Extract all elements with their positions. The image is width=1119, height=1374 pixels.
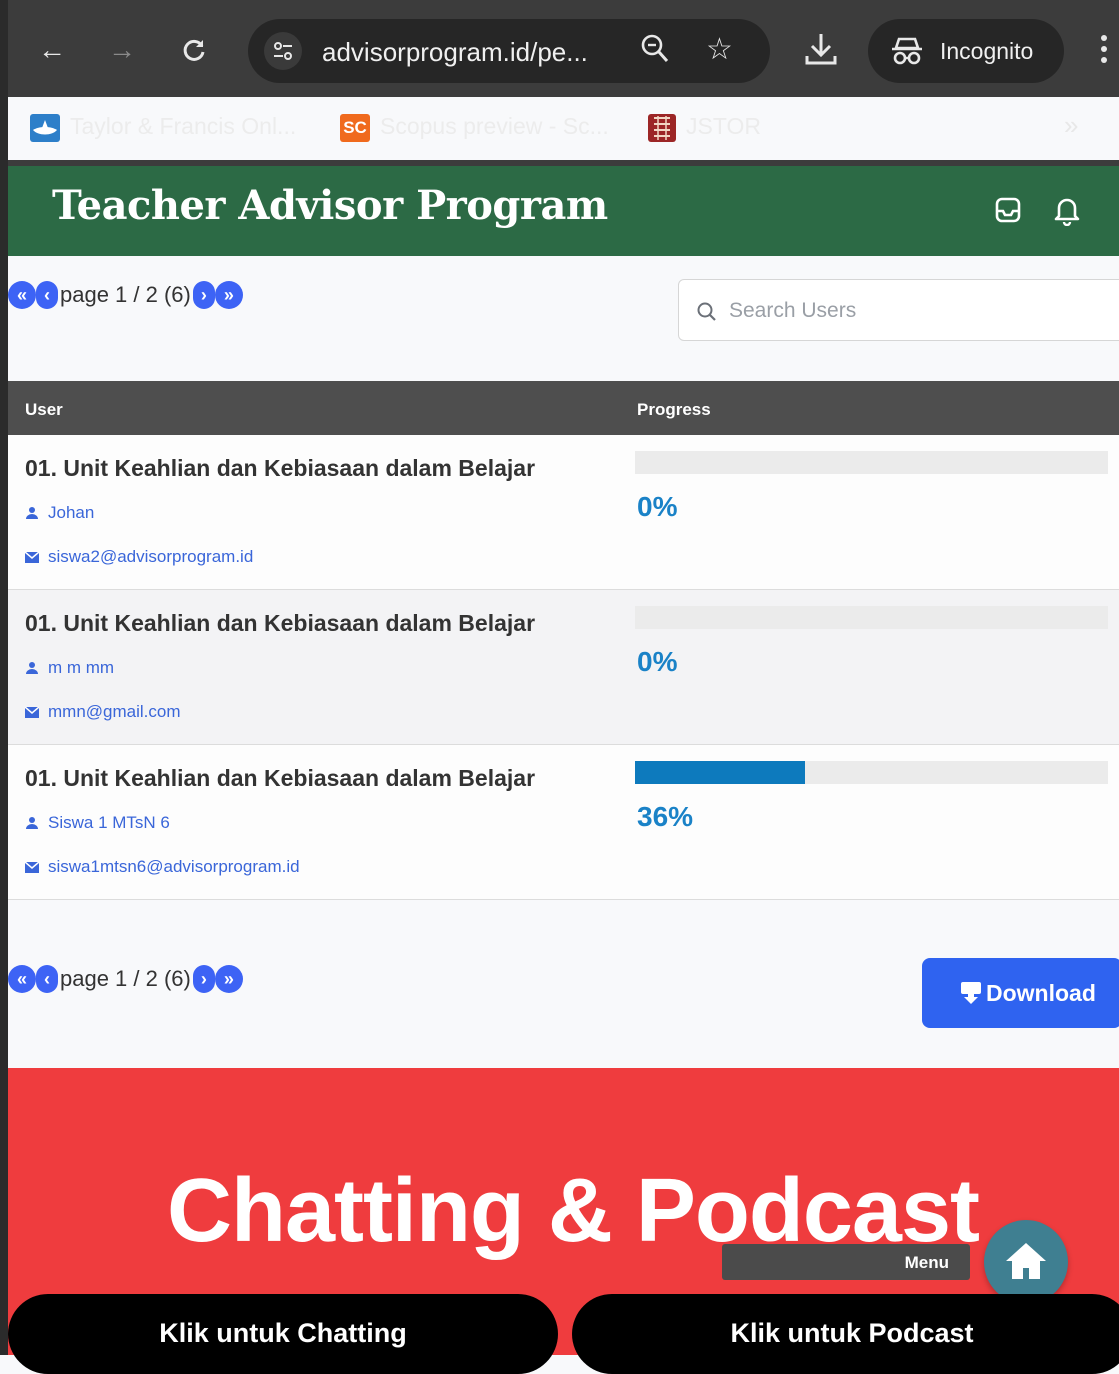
bookmark-scopus[interactable]: SC Scopus preview - Sc... bbox=[340, 108, 609, 144]
student-name[interactable]: Johan bbox=[25, 503, 94, 523]
download-button[interactable]: Download bbox=[922, 958, 1119, 1028]
unit-title: 01. Unit Keahlian dan Kebiasaan dalam Be… bbox=[25, 610, 536, 636]
zoom-icon[interactable] bbox=[640, 33, 670, 70]
table-header: User Progress bbox=[8, 381, 1119, 435]
url-text[interactable]: advisorprogram.id/pe... bbox=[322, 37, 588, 68]
browser-toolbar: ← → advisorprogram.id/pe... ☆ Incognito … bbox=[0, 0, 1119, 142]
reload-icon[interactable] bbox=[174, 30, 214, 70]
taylor-francis-icon bbox=[30, 113, 60, 142]
menu-label[interactable]: Menu bbox=[722, 1244, 970, 1280]
unit-title: 01. Unit Keahlian dan Kebiasaan dalam Be… bbox=[25, 765, 536, 791]
next-page-button[interactable]: › bbox=[192, 965, 215, 993]
scopus-icon: SC bbox=[340, 113, 370, 142]
window-edge bbox=[0, 0, 8, 1355]
last-page-button[interactable]: » bbox=[214, 965, 243, 993]
student-email[interactable]: mmn@gmail.com bbox=[25, 702, 181, 722]
podcast-button[interactable]: Klik untuk Podcast bbox=[572, 1294, 1119, 1374]
home-icon bbox=[1006, 1243, 1046, 1279]
incognito-icon bbox=[892, 37, 922, 65]
progress-bar bbox=[635, 761, 1108, 784]
back-arrow-icon[interactable]: ← bbox=[32, 30, 72, 70]
bookmark-jstor[interactable]: JSTOR bbox=[648, 108, 761, 144]
first-page-button[interactable]: « bbox=[8, 965, 36, 993]
user-icon bbox=[26, 662, 38, 674]
more-menu-icon[interactable] bbox=[1100, 34, 1108, 69]
chat-button[interactable]: Klik untuk Chatting bbox=[8, 1294, 558, 1374]
prev-page-button[interactable]: ‹ bbox=[36, 281, 58, 309]
bookmark-taylor-francis[interactable]: Taylor & Francis Onl... bbox=[30, 108, 296, 144]
page-indicator: page 1 / 2 (6) bbox=[60, 282, 191, 307]
pagination-bottom: « ‹ page 1 / 2 (6) › » bbox=[8, 963, 243, 995]
incognito-label: Incognito bbox=[940, 38, 1034, 64]
first-page-button[interactable]: « bbox=[8, 281, 36, 309]
table-row[interactable]: 01. Unit Keahlian dan Kebiasaan dalam Be… bbox=[8, 745, 1119, 900]
download-icon bbox=[961, 982, 981, 1004]
progress-fill bbox=[635, 761, 806, 784]
next-page-button[interactable]: › bbox=[192, 281, 215, 309]
search-icon bbox=[697, 302, 716, 321]
student-name[interactable]: m m mm bbox=[25, 658, 114, 678]
search-input[interactable] bbox=[727, 294, 1111, 328]
progress-bar bbox=[635, 606, 1108, 629]
page-indicator: page 1 / 2 (6) bbox=[60, 966, 191, 991]
home-button[interactable] bbox=[984, 1220, 1068, 1304]
chat-podcast-banner: Chatting & Podcast Menu Klik untuk Chatt… bbox=[8, 1068, 1119, 1374]
column-header-progress: Progress bbox=[637, 400, 711, 419]
forward-arrow-icon[interactable]: → bbox=[102, 30, 142, 70]
envelope-icon bbox=[25, 861, 39, 873]
bookmark-star-icon[interactable]: ☆ bbox=[706, 32, 733, 67]
inbox-icon[interactable] bbox=[994, 196, 1022, 229]
unit-title: 01. Unit Keahlian dan Kebiasaan dalam Be… bbox=[25, 455, 536, 481]
table-row[interactable]: 01. Unit Keahlian dan Kebiasaan dalam Be… bbox=[8, 590, 1119, 745]
progress-percent: 0% bbox=[637, 646, 678, 677]
bell-icon[interactable] bbox=[1054, 196, 1080, 231]
user-icon bbox=[26, 817, 38, 829]
address-bar[interactable]: advisorprogram.id/pe... ☆ bbox=[248, 19, 770, 83]
jstor-icon bbox=[648, 113, 676, 142]
student-email[interactable]: siswa2@advisorprogram.id bbox=[25, 547, 253, 567]
student-email[interactable]: siswa1mtsn6@advisorprogram.id bbox=[25, 857, 300, 877]
prev-page-button[interactable]: ‹ bbox=[36, 965, 58, 993]
user-icon bbox=[26, 507, 38, 519]
pagination-top: « ‹ page 1 / 2 (6) › » bbox=[8, 279, 243, 311]
table-row[interactable]: 01. Unit Keahlian dan Kebiasaan dalam Be… bbox=[8, 435, 1119, 590]
progress-percent: 0% bbox=[637, 491, 678, 522]
download-icon[interactable] bbox=[804, 32, 838, 71]
search-box[interactable] bbox=[678, 279, 1119, 341]
envelope-icon bbox=[25, 706, 39, 718]
column-header-user: User bbox=[25, 400, 63, 419]
progress-percent: 36% bbox=[637, 801, 694, 832]
incognito-badge[interactable]: Incognito bbox=[868, 19, 1064, 83]
more-bookmarks-icon[interactable]: » bbox=[1064, 110, 1078, 141]
student-name[interactable]: Siswa 1 MTsN 6 bbox=[25, 813, 170, 833]
app-title[interactable]: Teacher Advisor Program bbox=[52, 182, 608, 229]
envelope-icon bbox=[25, 551, 39, 563]
progress-bar bbox=[635, 451, 1108, 474]
app-header: Teacher Advisor Program bbox=[8, 166, 1119, 256]
site-settings-icon[interactable] bbox=[264, 32, 302, 70]
last-page-button[interactable]: » bbox=[214, 281, 243, 309]
